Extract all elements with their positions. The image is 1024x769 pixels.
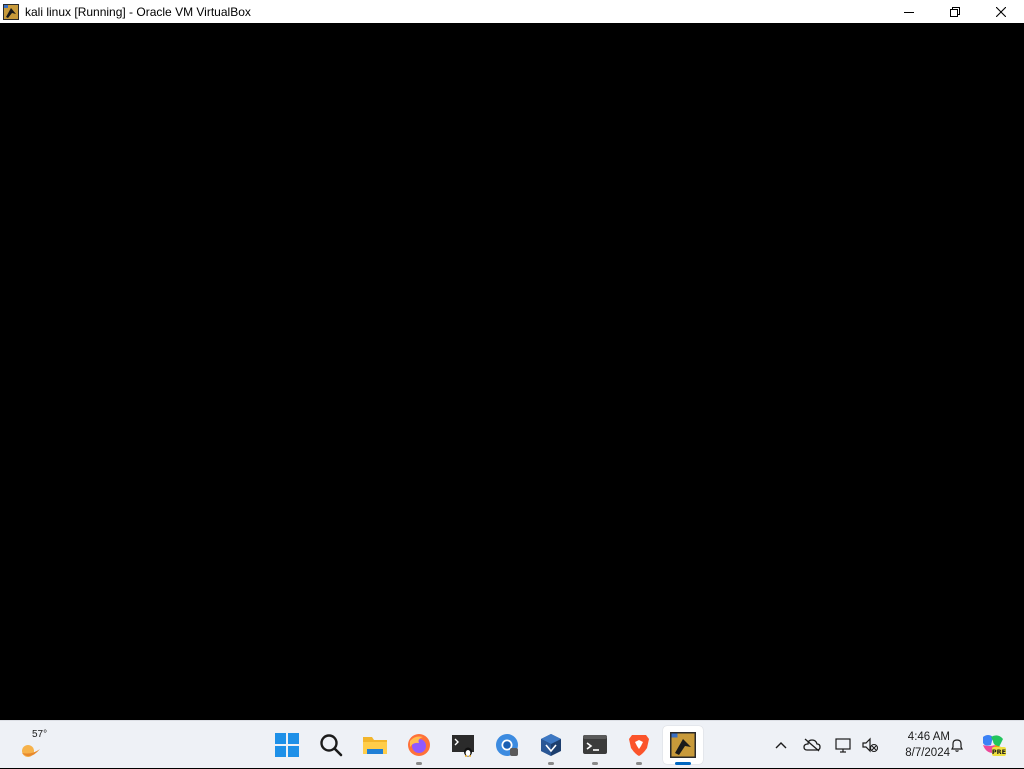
kali-vm-icon	[670, 732, 696, 758]
restore-button[interactable]	[932, 0, 978, 23]
title-bar: kali linux [Running] - Oracle VM Virtual…	[0, 0, 1024, 23]
kali-vm-button[interactable]	[661, 721, 705, 769]
clock-time: 4:46 AM	[907, 731, 950, 743]
virtualbox-icon	[541, 734, 561, 756]
windows-logo-icon	[275, 733, 299, 757]
restore-icon	[950, 6, 960, 17]
file-explorer-button[interactable]	[353, 721, 397, 769]
copilot-button[interactable]: PRE	[978, 721, 1008, 769]
running-indicator	[592, 762, 598, 765]
show-hidden-icons-button[interactable]	[770, 721, 792, 769]
tux-terminal-icon	[452, 735, 474, 757]
linux-terminal-button[interactable]	[441, 721, 485, 769]
notifications-button[interactable]	[946, 721, 968, 769]
taskbar-pinned-apps	[265, 721, 705, 769]
sun-moon-icon	[18, 739, 44, 766]
network-button[interactable]	[832, 721, 856, 769]
close-icon	[996, 6, 1006, 17]
vm-display-screen[interactable]	[0, 23, 1024, 720]
copilot-pre-icon: PRE	[983, 735, 1006, 756]
running-indicator	[416, 762, 422, 765]
brave-button[interactable]	[617, 721, 661, 769]
terminal-icon	[583, 735, 607, 754]
running-indicator	[636, 762, 642, 765]
clock[interactable]: 4:46 AM 8/7/2024	[884, 729, 950, 761]
minimize-icon	[904, 11, 914, 13]
terminal-button[interactable]	[573, 721, 617, 769]
brave-icon	[629, 735, 649, 756]
active-indicator	[675, 762, 691, 765]
folder-icon	[363, 737, 387, 754]
chevron-up-icon	[775, 742, 787, 749]
onedrive-button[interactable]	[800, 721, 824, 769]
chrome-icon	[496, 734, 518, 756]
minimize-button[interactable]	[886, 0, 932, 23]
start-button[interactable]	[265, 721, 309, 769]
volume-muted-icon	[862, 737, 879, 753]
running-indicator	[548, 762, 554, 765]
window-controls	[886, 0, 1024, 23]
windows-taskbar: 57° 4:46 AM 8/7/2024 PRE	[0, 720, 1024, 768]
clock-date: 8/7/2024	[905, 747, 950, 759]
network-display-icon	[835, 738, 851, 753]
chrome-dev-button[interactable]	[485, 721, 529, 769]
weather-widget[interactable]: 57°	[18, 727, 58, 763]
firefox-button[interactable]	[397, 721, 441, 769]
window-title: kali linux [Running] - Oracle VM Virtual…	[25, 4, 251, 19]
close-button[interactable]	[978, 0, 1024, 23]
firefox-icon	[408, 734, 430, 756]
search-icon	[320, 734, 343, 757]
copilot-badge: PRE	[992, 748, 1006, 756]
cloud-off-icon	[803, 738, 821, 752]
virtualbox-button[interactable]	[529, 721, 573, 769]
virtualbox-vm-app-icon[interactable]	[3, 3, 19, 20]
volume-button[interactable]	[858, 721, 882, 769]
bell-icon	[951, 739, 963, 752]
search-button[interactable]	[309, 721, 353, 769]
